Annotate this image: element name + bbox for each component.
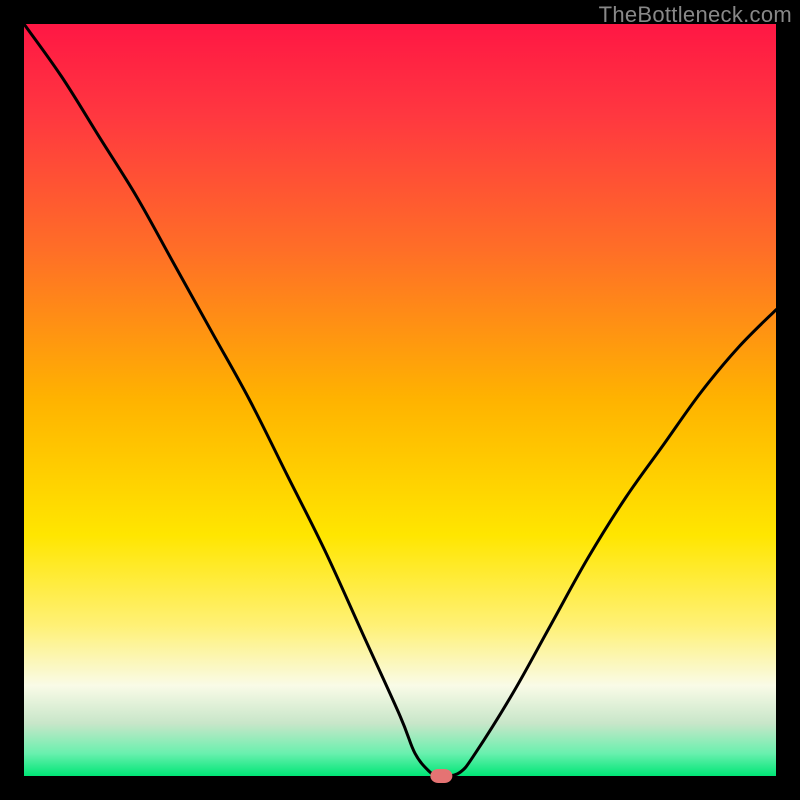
bottleneck-chart (0, 0, 800, 800)
chart-container: TheBottleneck.com (0, 0, 800, 800)
optimal-marker (430, 769, 452, 783)
plot-background (24, 24, 776, 776)
watermark-label: TheBottleneck.com (599, 2, 792, 28)
